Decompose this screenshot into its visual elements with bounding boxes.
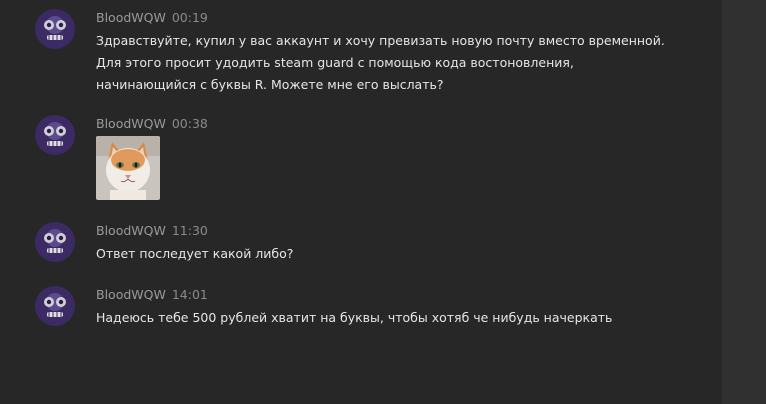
message-text: Здравствуйте, купил у вас аккаунт и хочу… [96, 30, 696, 96]
chat-message-list: BloodWQW 00:19 Здравствуйте, купил у вас … [0, 0, 722, 404]
message-header: BloodWQW 11:30 [96, 223, 208, 239]
message-time: 00:19 [171, 10, 208, 25]
message-line: Ответ последует какой либо? [96, 246, 294, 261]
avatar-icon[interactable] [35, 286, 75, 326]
message-header: BloodWQW 00:19 [96, 10, 208, 26]
cat-photo-attachment[interactable] [96, 136, 160, 200]
avatar-icon[interactable] [35, 222, 75, 262]
message-time: 14:01 [171, 287, 208, 302]
message-text: Надеюсь тебе 500 рублей хватит на буквы,… [96, 307, 696, 329]
message-line: Здравствуйте, купил у вас аккаунт и хочу… [96, 33, 665, 48]
message-line: Надеюсь тебе 500 рублей хватит на буквы,… [96, 310, 613, 325]
author-name[interactable]: BloodWQW [96, 223, 166, 238]
message-header: BloodWQW 00:38 [96, 116, 208, 132]
message-time: 00:38 [171, 116, 208, 131]
message-line: Для этого просит удодить steam guard с п… [96, 55, 574, 70]
message-header: BloodWQW 14:01 [96, 287, 208, 303]
message-time: 11:30 [171, 223, 208, 238]
message-line: начинающийся с буквы R. Можете мне его в… [96, 77, 444, 92]
author-name[interactable]: BloodWQW [96, 287, 166, 302]
avatar-icon[interactable] [35, 115, 75, 155]
avatar-icon[interactable] [35, 9, 75, 49]
scrollbar-track[interactable] [722, 0, 766, 404]
author-name[interactable]: BloodWQW [96, 10, 166, 25]
author-name[interactable]: BloodWQW [96, 116, 166, 131]
message-text: Ответ последует какой либо? [96, 243, 696, 265]
